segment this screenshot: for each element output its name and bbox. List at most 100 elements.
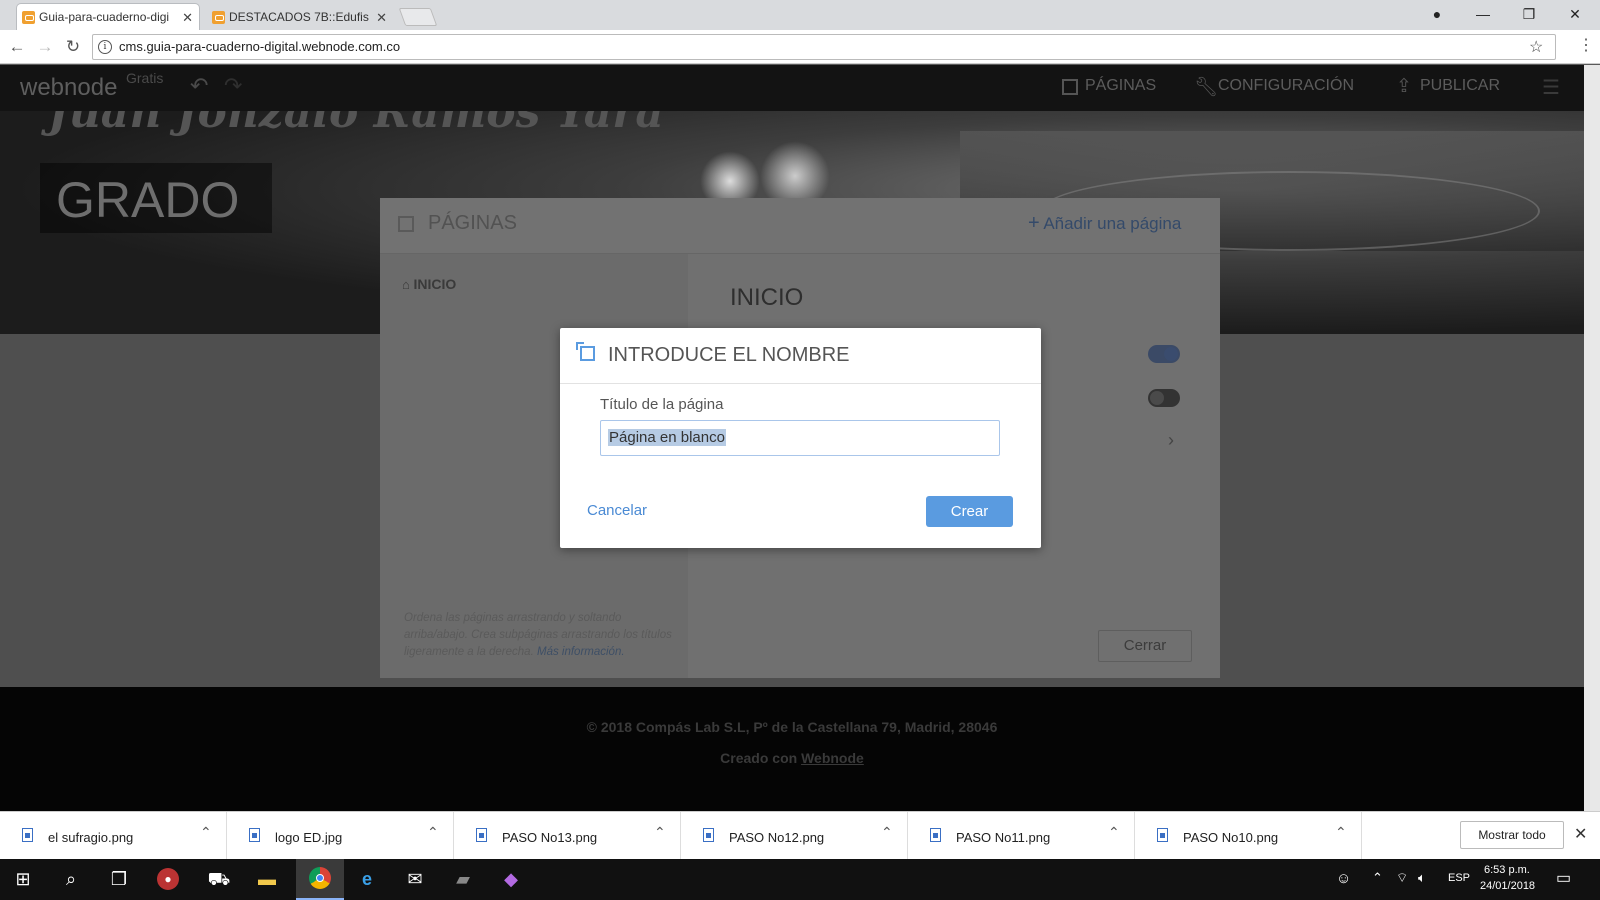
download-item[interactable]: PASO No13.png ⌃ bbox=[454, 812, 681, 860]
bookmark-star-icon[interactable]: ☆ bbox=[1529, 37, 1543, 57]
page-toggle-on[interactable] bbox=[1148, 345, 1180, 363]
undo-icon[interactable]: ↶ bbox=[190, 73, 208, 99]
app-icon[interactable]: ▰ bbox=[450, 866, 476, 892]
download-filename: PASO No10.png bbox=[1183, 830, 1279, 845]
editor-toolbar: webnode Gratis ↶ ↷ PÁGINAS 🔧︎ CONFIGURAC… bbox=[0, 65, 1584, 111]
home-icon: ⌂ bbox=[402, 277, 410, 292]
nav-pages-label: PÁGINAS bbox=[1085, 77, 1157, 94]
page-title-label: Título de la página bbox=[600, 396, 724, 413]
webnode-link[interactable]: Webnode bbox=[801, 750, 864, 766]
footer-credit: Creado con Webnode bbox=[0, 750, 1584, 766]
chevron-right-icon[interactable]: › bbox=[1168, 430, 1174, 451]
pages-icon bbox=[1062, 79, 1078, 95]
close-downloads-icon[interactable]: ✕ bbox=[1574, 824, 1587, 844]
windows-start-icon[interactable]: ⊞ bbox=[10, 866, 36, 892]
browser-tab-active[interactable]: Guia-para-cuaderno-digi ✕ bbox=[16, 3, 200, 30]
pages-help-text: Ordena las páginas arrastrando y soltand… bbox=[404, 610, 674, 661]
image-file-icon bbox=[476, 828, 487, 842]
forward-icon[interactable]: → bbox=[34, 36, 56, 58]
chevron-up-icon[interactable]: ⌃ bbox=[427, 824, 439, 841]
reload-icon[interactable]: ↻ bbox=[62, 36, 84, 58]
add-page-button[interactable]: + Añadir una página bbox=[1028, 212, 1181, 235]
chrome-icon-center bbox=[316, 874, 324, 882]
restore-icon[interactable]: ❐ bbox=[1506, 0, 1552, 28]
footer-copyright: © 2018 Compás Lab S.L, Pº de la Castella… bbox=[586, 719, 998, 735]
close-panel-button[interactable]: Cerrar bbox=[1098, 630, 1192, 662]
cancel-button[interactable]: Cancelar bbox=[587, 502, 647, 519]
download-filename: PASO No12.png bbox=[729, 830, 825, 845]
hamburger-menu-icon[interactable]: ☰ bbox=[1542, 75, 1560, 100]
taskbar-active-app[interactable] bbox=[296, 859, 344, 900]
download-item[interactable]: PASO No11.png ⌃ bbox=[908, 812, 1135, 860]
image-file-icon bbox=[930, 828, 941, 842]
image-file-icon bbox=[703, 828, 714, 842]
page-item-inicio[interactable]: ⌂ INICIO bbox=[402, 276, 456, 292]
task-view-icon[interactable]: ❐ bbox=[106, 866, 132, 892]
close-tab-icon[interactable]: ✕ bbox=[182, 4, 193, 30]
browser-tab-strip: Guia-para-cuaderno-digi ✕ DESTACADOS 7B:… bbox=[0, 0, 1600, 30]
new-tab-button[interactable] bbox=[398, 8, 438, 26]
wifi-icon[interactable]: ⌔ bbox=[1396, 870, 1408, 886]
show-all-downloads-button[interactable]: Mostrar todo bbox=[1460, 821, 1564, 849]
clock-date[interactable]: 24/01/2018 bbox=[1480, 880, 1535, 892]
internet-explorer-icon[interactable]: e bbox=[354, 866, 380, 892]
download-item[interactable]: el sufragio.png ⌃ bbox=[0, 812, 227, 860]
notifications-icon[interactable]: ▭ bbox=[1556, 868, 1571, 888]
address-bar[interactable]: i cms.guia-para-cuaderno-digital.webnode… bbox=[92, 34, 1556, 60]
selected-page-title: INICIO bbox=[730, 284, 804, 311]
page-item-label: INICIO bbox=[413, 276, 457, 292]
download-filename: PASO No13.png bbox=[502, 830, 598, 845]
image-file-icon bbox=[1157, 828, 1168, 842]
language-indicator[interactable]: ESP bbox=[1448, 872, 1470, 884]
url-text: cms.guia-para-cuaderno-digital.webnode.c… bbox=[119, 39, 401, 54]
site-info-icon[interactable]: i bbox=[98, 40, 112, 54]
redo-icon[interactable]: ↷ bbox=[224, 73, 242, 99]
people-icon[interactable]: ☺ bbox=[1336, 870, 1351, 887]
clock-time[interactable]: 6:53 p.m. bbox=[1484, 864, 1530, 876]
close-window-icon[interactable]: ✕ bbox=[1552, 0, 1598, 28]
chevron-up-icon[interactable]: ⌃ bbox=[1108, 824, 1120, 841]
back-icon[interactable]: ← bbox=[6, 36, 28, 58]
chevron-up-icon[interactable]: ⌃ bbox=[1335, 824, 1347, 841]
chrome-menu-icon[interactable]: ⋮ bbox=[1578, 38, 1594, 54]
mail-icon[interactable]: ✉ bbox=[402, 866, 428, 892]
download-item[interactable]: PASO No12.png ⌃ bbox=[681, 812, 908, 860]
minimize-icon[interactable]: — bbox=[1460, 0, 1506, 28]
volume-icon[interactable]: 🔈︎ bbox=[1418, 870, 1426, 886]
hero-label-box: GRADO bbox=[40, 163, 272, 233]
plus-icon: + bbox=[1028, 212, 1040, 234]
file-explorer-icon[interactable]: ▬ bbox=[254, 866, 280, 892]
page-toggle-off[interactable] bbox=[1148, 389, 1180, 407]
site-footer: © 2018 Compás Lab S.L, Pº de la Castella… bbox=[0, 687, 1584, 811]
nav-publish-label: PUBLICAR bbox=[1420, 77, 1501, 94]
search-icon[interactable]: ⌕ bbox=[58, 866, 84, 892]
close-tab-icon[interactable]: ✕ bbox=[376, 4, 387, 30]
download-item[interactable]: logo ED.jpg ⌃ bbox=[227, 812, 454, 860]
webnode-logo: webnode bbox=[20, 74, 118, 101]
download-item[interactable]: PASO No10.png ⌃ bbox=[1135, 812, 1362, 860]
page-scrollbar[interactable] bbox=[1584, 65, 1600, 811]
paint-3d-icon[interactable]: ◆ bbox=[498, 866, 524, 892]
hero-label: GRADO bbox=[56, 172, 240, 228]
pages-icon-back bbox=[576, 342, 584, 350]
hero-script-title: Juan Jonzalo Ramos Yara bbox=[48, 111, 664, 138]
download-filename: logo ED.jpg bbox=[275, 830, 343, 845]
image-file-icon bbox=[249, 828, 260, 842]
chevron-up-icon[interactable]: ⌃ bbox=[881, 824, 893, 841]
tray-chevron-icon[interactable]: ⌃ bbox=[1372, 870, 1383, 886]
browser-tab[interactable]: DESTACADOS 7B::Edufis ✕ bbox=[206, 3, 394, 30]
chevron-up-icon[interactable]: ⌃ bbox=[200, 824, 212, 841]
nav-settings-label: CONFIGURACIÓN bbox=[1218, 77, 1354, 94]
app-icon[interactable]: ● bbox=[157, 868, 179, 890]
store-icon[interactable]: ⛟ bbox=[206, 866, 232, 892]
wrench-icon: 🔧︎ bbox=[1194, 77, 1219, 98]
account-icon[interactable]: ● bbox=[1414, 0, 1460, 28]
create-button[interactable]: Crear bbox=[926, 496, 1013, 527]
chevron-up-icon[interactable]: ⌃ bbox=[654, 824, 666, 841]
page-title-input[interactable]: Página en blanco bbox=[600, 420, 1000, 456]
more-info-link[interactable]: Más información. bbox=[537, 646, 625, 658]
pages-panel-header: PÁGINAS + Añadir una página bbox=[380, 198, 1220, 254]
plan-badge: Gratis bbox=[126, 70, 164, 86]
downloads-bar: el sufragio.png ⌃ logo ED.jpg ⌃ PASO No1… bbox=[0, 811, 1600, 860]
windows-taskbar bbox=[0, 859, 1600, 900]
